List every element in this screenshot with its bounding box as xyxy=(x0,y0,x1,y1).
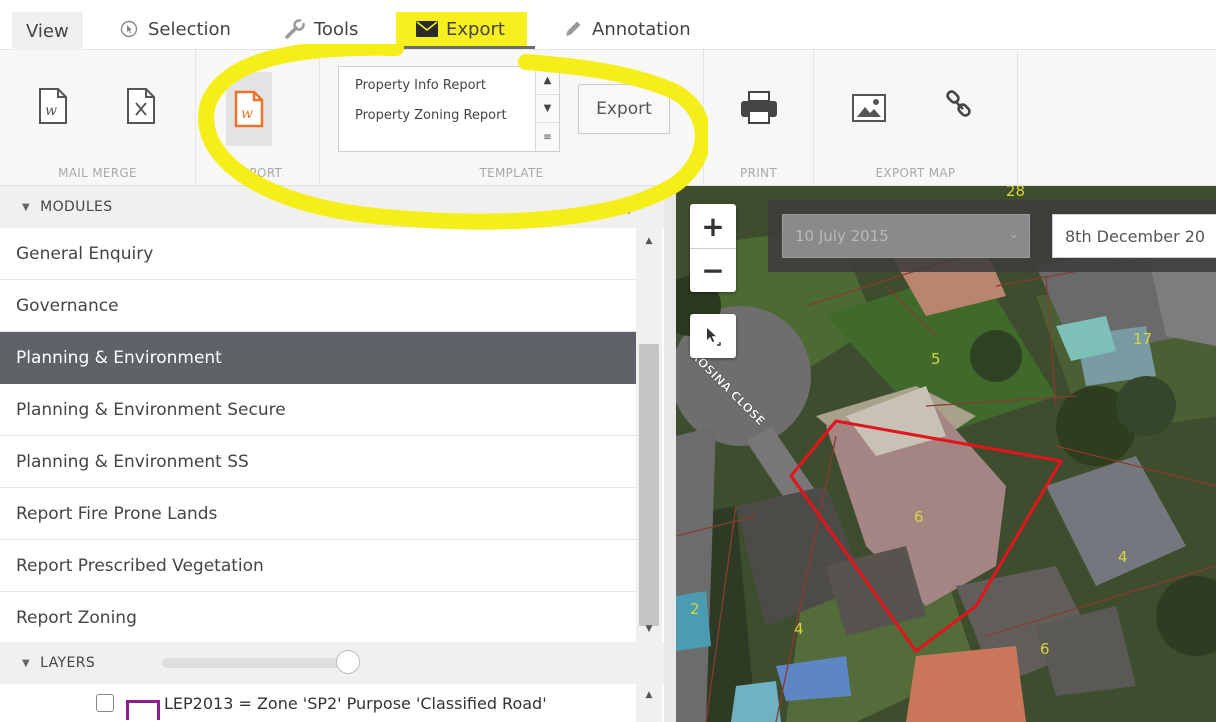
pencil-icon xyxy=(562,18,584,40)
tab-view-label: View xyxy=(26,20,69,42)
module-item-report-fire-prone-lands[interactable]: Report Fire Prone Lands xyxy=(0,488,636,540)
wrench-icon xyxy=(284,18,306,40)
tab-tools-label: Tools xyxy=(314,18,359,40)
date-from-dropdown[interactable]: 10 July 2015 ⌄ xyxy=(782,214,1030,258)
parcel-number: 28 xyxy=(1006,186,1025,200)
group-report: w REPORT xyxy=(196,50,320,186)
arrow-cursor-icon xyxy=(707,328,721,346)
tab-export[interactable]: Export xyxy=(396,12,527,46)
module-item-planning-environment[interactable]: Planning & Environment xyxy=(0,332,636,384)
module-item-planning-environment-secure[interactable]: Planning & Environment Secure xyxy=(0,384,636,436)
select-tool-button[interactable] xyxy=(690,314,736,358)
left-panel: ▼ MODULES General Enquiry Governance Pla… xyxy=(0,186,664,722)
mail-merge-excel-button[interactable] xyxy=(118,76,164,136)
date-to-field[interactable]: 8th December 20 xyxy=(1052,214,1216,258)
date-to-value: 8th December 20 xyxy=(1065,226,1206,246)
expand-list-icon[interactable]: ≡ xyxy=(536,123,559,151)
module-item-planning-environment-ss[interactable]: Planning & Environment SS xyxy=(0,436,636,488)
active-tab-indicator xyxy=(392,46,535,49)
svg-text:w: w xyxy=(241,106,253,122)
export-map-image-button[interactable] xyxy=(846,86,892,130)
module-item-report-prescribed-vegetation[interactable]: Report Prescribed Vegetation xyxy=(0,540,636,592)
modules-header-label: MODULES xyxy=(40,199,113,215)
module-item-governance[interactable]: Governance xyxy=(0,280,636,332)
layers-header[interactable]: ▼ LAYERS xyxy=(0,642,664,684)
group-print: PRINT xyxy=(704,50,814,186)
excel-document-icon xyxy=(127,88,155,124)
pin-icon[interactable] xyxy=(622,198,636,214)
zoom-out-button[interactable]: − xyxy=(690,248,736,292)
tab-tools[interactable]: Tools xyxy=(284,12,358,46)
date-from-value: 10 July 2015 xyxy=(795,227,889,245)
zoom-in-button[interactable]: + xyxy=(690,204,736,248)
layer-visibility-checkbox[interactable] xyxy=(96,694,114,712)
parcel-number: 5 xyxy=(931,350,941,368)
tab-selection-label: Selection xyxy=(148,18,231,40)
group-export-map: EXPORT MAP xyxy=(814,50,1018,186)
svg-text:w: w xyxy=(45,103,57,119)
layers-scroll-up-icon[interactable]: ▲ xyxy=(636,684,662,722)
parcel-number: 4 xyxy=(1118,548,1128,566)
group-label-report: REPORT xyxy=(232,166,283,180)
report-document-icon: w xyxy=(234,90,264,128)
modules-scrollbar[interactable]: ▲ ▼ xyxy=(636,228,662,642)
template-item-property-zoning[interactable]: Property Zoning Report xyxy=(355,107,520,124)
scrollbar-thumb[interactable] xyxy=(639,344,659,626)
layer-item: LEP2013 = Zone 'SP2' Purpose 'Classified… xyxy=(0,684,636,722)
group-label-export-map: EXPORT MAP xyxy=(875,166,956,180)
collapse-caret-icon[interactable]: ▼ xyxy=(22,202,30,213)
parcel-number: 6 xyxy=(1040,640,1050,658)
template-list-scroll[interactable]: ▲ ▼ ≡ xyxy=(535,67,559,151)
printer-icon xyxy=(741,91,777,124)
ribbon-toolbar: w MAIL MERGE w REPORT TEMPLATE Property … xyxy=(0,50,1216,186)
scroll-up-icon[interactable]: ▲ xyxy=(536,67,559,95)
module-item-report-zoning[interactable]: Report Zoning xyxy=(0,592,636,644)
image-icon xyxy=(852,94,886,122)
group-mail-merge: w MAIL MERGE xyxy=(0,50,196,186)
cursor-circle-icon xyxy=(118,18,140,40)
panel-splitter[interactable] xyxy=(664,186,676,722)
report-button[interactable]: w xyxy=(226,72,272,146)
layer-opacity-slider[interactable] xyxy=(162,658,356,668)
tab-view[interactable]: View xyxy=(12,12,83,50)
modules-list: General Enquiry Governance Planning & En… xyxy=(0,228,636,644)
layer-item-label: LEP2013 = Zone 'SP2' Purpose 'Classified… xyxy=(164,693,547,713)
print-button[interactable] xyxy=(736,86,782,130)
parcel-number: 6 xyxy=(914,508,924,526)
module-item-general-enquiry[interactable]: General Enquiry xyxy=(0,228,636,280)
mail-merge-word-button[interactable]: w xyxy=(30,76,76,136)
collapse-caret-icon[interactable]: ▼ xyxy=(22,658,30,669)
layer-legend-swatch xyxy=(126,700,160,720)
scroll-up-icon[interactable]: ▲ xyxy=(636,236,662,246)
export-button[interactable]: Export xyxy=(578,84,670,134)
tab-selection[interactable]: Selection xyxy=(118,12,231,46)
word-document-icon: w xyxy=(39,88,67,124)
scroll-down-icon[interactable]: ▼ xyxy=(636,624,662,634)
parcel-number: 17 xyxy=(1133,330,1152,348)
modules-header[interactable]: ▼ MODULES xyxy=(0,186,664,228)
scroll-down-icon[interactable]: ▼ xyxy=(536,95,559,123)
template-item-property-info[interactable]: Property Info Report xyxy=(355,77,520,94)
link-icon xyxy=(946,90,971,117)
top-tab-bar: View Selection Tools Export Annotation xyxy=(0,0,1216,50)
envelope-icon xyxy=(416,18,438,40)
tab-annotation[interactable]: Annotation xyxy=(562,12,691,46)
export-map-link-button[interactable] xyxy=(936,80,982,130)
group-label-mail-merge: MAIL MERGE xyxy=(58,166,137,180)
parcel-number: 4 xyxy=(794,620,804,638)
chevron-down-icon: ⌄ xyxy=(1008,227,1019,242)
group-label-template: TEMPLATE xyxy=(479,166,544,180)
tab-annotation-label: Annotation xyxy=(592,18,691,40)
layers-header-label: LAYERS xyxy=(40,655,96,671)
tab-export-label: Export xyxy=(446,18,505,40)
zoom-controls: + − xyxy=(690,204,736,292)
template-listbox[interactable]: Property Info Report Property Zoning Rep… xyxy=(338,66,560,152)
group-label-print: PRINT xyxy=(740,166,777,180)
parcel-number: 2 xyxy=(690,600,700,618)
layer-opacity-knob[interactable] xyxy=(336,650,360,674)
